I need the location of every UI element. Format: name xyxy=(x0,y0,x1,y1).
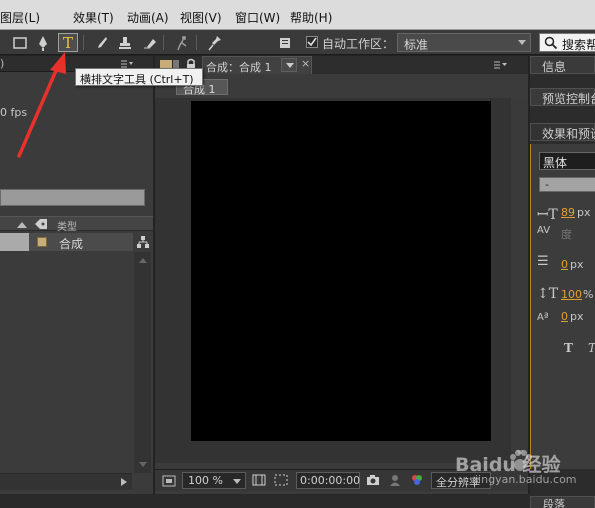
watermark-url: jingyan.baidu.com xyxy=(475,473,577,486)
annotation-arrow-icon xyxy=(17,52,66,158)
watermark-logo: Baidu 经验 jingyan.baidu.com xyxy=(445,446,585,490)
